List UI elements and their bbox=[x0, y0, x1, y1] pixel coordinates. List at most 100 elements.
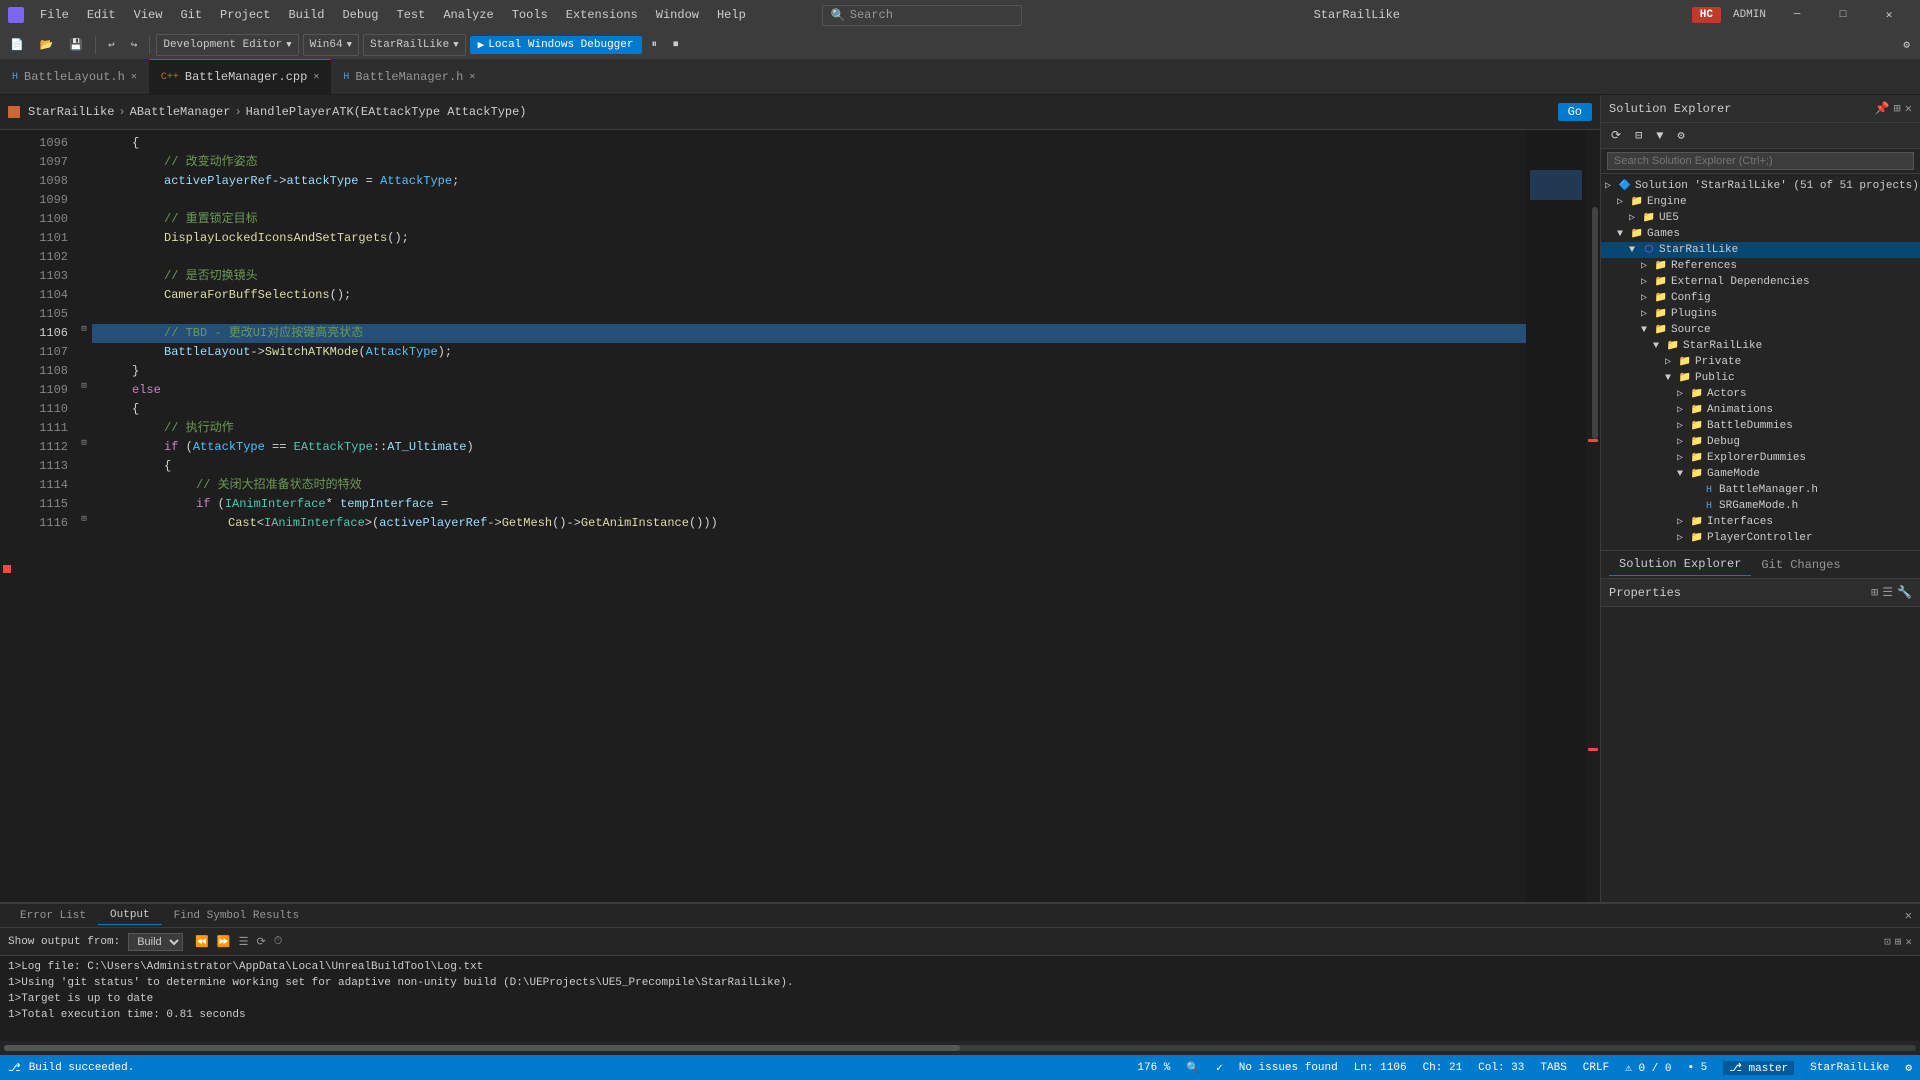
maximize-button[interactable]: □ bbox=[1820, 0, 1866, 30]
tree-engine[interactable]: ▷ 📁 Engine bbox=[1601, 194, 1920, 210]
scroll-thumb[interactable] bbox=[1592, 207, 1598, 439]
se-search-input[interactable] bbox=[1607, 152, 1914, 170]
toolbar-undo[interactable]: ↩ bbox=[102, 36, 121, 54]
toolbar-redo[interactable]: ↪ bbox=[125, 36, 144, 54]
output-btn-5[interactable]: ⏱ bbox=[274, 936, 283, 948]
code-line: { bbox=[92, 400, 1526, 419]
btab-find[interactable]: Find Symbol Results bbox=[162, 907, 311, 925]
output-source-select[interactable]: Build bbox=[128, 933, 183, 951]
code-content[interactable]: { // 改变动作姿态 activePlayerRef->attackType … bbox=[92, 130, 1526, 902]
menu-extensions[interactable]: Extensions bbox=[558, 6, 646, 24]
se-collapse-btn[interactable]: ⊟ bbox=[1629, 126, 1648, 145]
tree-explorerdummies[interactable]: ▷ 📁 ExplorerDummies bbox=[1601, 450, 1920, 466]
menu-help[interactable]: Help bbox=[709, 6, 754, 24]
tab-battlemanager-cpp[interactable]: C++ BattleManager.cpp ✕ bbox=[149, 59, 331, 94]
menu-view[interactable]: View bbox=[126, 6, 171, 24]
output-close-btn[interactable]: ✕ bbox=[1905, 908, 1912, 923]
toolbar-misc-1[interactable]: ⚙ bbox=[1897, 36, 1916, 54]
status-tabs: TABS bbox=[1540, 1062, 1566, 1074]
editor-scrollbar[interactable] bbox=[1586, 130, 1600, 902]
menu-test[interactable]: Test bbox=[389, 6, 434, 24]
output-btn-2[interactable]: ⏩ bbox=[217, 935, 231, 949]
menu-tools[interactable]: Tools bbox=[504, 6, 556, 24]
toolbar-new[interactable]: 📄 bbox=[4, 36, 30, 54]
props-btn-3[interactable]: 🔧 bbox=[1897, 585, 1912, 600]
user-badge: HC bbox=[1692, 7, 1721, 23]
menu-edit[interactable]: Edit bbox=[79, 6, 124, 24]
output-expand-btn[interactable]: ⊞ bbox=[1895, 935, 1902, 949]
tree-public[interactable]: ▼ 📁 Public bbox=[1601, 370, 1920, 386]
menu-bar: File Edit View Git Project Build Debug T… bbox=[32, 6, 754, 24]
output-scrollbar[interactable] bbox=[0, 1041, 1920, 1055]
toolbar-save[interactable]: 💾 bbox=[63, 36, 89, 54]
se-sync-btn[interactable]: ⟳ bbox=[1605, 126, 1627, 145]
btab-errors[interactable]: Error List bbox=[8, 907, 98, 925]
tab-battlemanager-h[interactable]: H BattleManager.h ✕ bbox=[331, 59, 487, 94]
tree-config[interactable]: ▷ 📁 Config bbox=[1601, 290, 1920, 306]
bottom-tabs: Error List Output Find Symbol Results ✕ bbox=[0, 903, 1920, 928]
close-tab-battlemanager-cpp[interactable]: ✕ bbox=[313, 71, 319, 83]
menu-analyze[interactable]: Analyze bbox=[435, 6, 501, 24]
tree-private[interactable]: ▷ 📁 Private bbox=[1601, 354, 1920, 370]
tree-starraillike-project[interactable]: ▼ ⬡ StarRailLike bbox=[1601, 242, 1920, 258]
tree-starraillike-folder[interactable]: ▼ 📁 StarRailLike bbox=[1601, 338, 1920, 354]
solution-explorer-tab[interactable]: Solution Explorer bbox=[1609, 553, 1751, 576]
tree-source[interactable]: ▼ 📁 Source bbox=[1601, 322, 1920, 338]
tree-plugins[interactable]: ▷ 📁 Plugins bbox=[1601, 306, 1920, 322]
platform-dropdown[interactable]: Win64 ▼ bbox=[303, 34, 359, 56]
tree-animations[interactable]: ▷ 📁 Animations bbox=[1601, 402, 1920, 418]
btab-output[interactable]: Output bbox=[98, 906, 162, 925]
output-content: 1>Log file: C:\Users\Administrator\AppDa… bbox=[0, 956, 1920, 1041]
config-dropdown[interactable]: Development Editor ▼ bbox=[156, 34, 298, 56]
props-btn-2[interactable]: ☰ bbox=[1882, 585, 1893, 600]
menu-window[interactable]: Window bbox=[648, 6, 707, 24]
title-search-label[interactable]: Search bbox=[850, 8, 893, 22]
tree-debug[interactable]: ▷ 📁 Debug bbox=[1601, 434, 1920, 450]
git-changes-tab[interactable]: Git Changes bbox=[1751, 554, 1850, 576]
tree-references[interactable]: ▷ 📁 References bbox=[1601, 258, 1920, 274]
tree-battledummies[interactable]: ▷ 📁 BattleDummies bbox=[1601, 418, 1920, 434]
tree-srgamemode-h[interactable]: H SRGameMode.h bbox=[1601, 498, 1920, 514]
output-btn-3[interactable]: ☰ bbox=[239, 935, 249, 949]
run-button[interactable]: ▶ Local Windows Debugger bbox=[470, 36, 642, 54]
props-btn-1[interactable]: ⊞ bbox=[1871, 585, 1878, 600]
tree-games[interactable]: ▼ 📁 Games bbox=[1601, 226, 1920, 242]
close-button[interactable]: ✕ bbox=[1866, 0, 1912, 30]
output-dock-btn[interactable]: ⊡ bbox=[1884, 935, 1891, 949]
props-header: Properties ⊞ ☰ 🔧 bbox=[1601, 579, 1920, 607]
close-tab-battlemanager-h[interactable]: ✕ bbox=[469, 71, 475, 83]
tree-interfaces[interactable]: ▷ 📁 Interfaces bbox=[1601, 514, 1920, 530]
tree-actors[interactable]: ▷ 📁 Actors bbox=[1601, 386, 1920, 402]
menu-git[interactable]: Git bbox=[172, 6, 210, 24]
go-button[interactable]: Go bbox=[1558, 103, 1592, 121]
tree-ext-deps[interactable]: ▷ 📁 External Dependencies bbox=[1601, 274, 1920, 290]
editor[interactable]: StarRailLike › ABattleManager › HandlePl… bbox=[0, 95, 1600, 902]
toolbar-open[interactable]: 📂 bbox=[34, 36, 60, 54]
output-btn-4[interactable]: ⟳ bbox=[257, 935, 266, 949]
tree-playercontroller[interactable]: ▷ 📁 PlayerController bbox=[1601, 530, 1920, 546]
tree-ue5[interactable]: ▷ 📁 UE5 bbox=[1601, 210, 1920, 226]
tab-battlelayout[interactable]: H BattleLayout.h ✕ bbox=[0, 59, 149, 94]
project-dropdown[interactable]: StarRailLike ▼ bbox=[363, 34, 466, 56]
solution-item[interactable]: ▷ 🔷 Solution 'StarRailLike' (51 of 51 pr… bbox=[1601, 178, 1920, 194]
close-tab-battlelayout[interactable]: ✕ bbox=[131, 71, 137, 83]
menu-project[interactable]: Project bbox=[212, 6, 278, 24]
menu-build[interactable]: Build bbox=[280, 6, 332, 24]
se-settings-btn[interactable]: ⚙ bbox=[1672, 126, 1691, 145]
output-close-btn-2[interactable]: ✕ bbox=[1905, 935, 1912, 949]
output-btn-1[interactable]: ⏪ bbox=[195, 935, 209, 949]
toolbar-pause[interactable]: ⏸ bbox=[646, 37, 664, 53]
tree-battlemanager-h[interactable]: H BattleManager.h bbox=[1601, 482, 1920, 498]
code-area[interactable]: 1096 1097 1098 1099 1100 1101 1102 1103 … bbox=[0, 130, 1600, 902]
menu-file[interactable]: File bbox=[32, 6, 77, 24]
toolbar-sep-2 bbox=[149, 36, 150, 54]
se-expand-icon[interactable]: ⊞ bbox=[1894, 101, 1901, 116]
se-pin-icon[interactable]: 📌 bbox=[1875, 101, 1890, 116]
tree-gamemode[interactable]: ▼ 📁 GameMode bbox=[1601, 466, 1920, 482]
se-filter-btn[interactable]: ▼ bbox=[1650, 127, 1669, 145]
code-line: // 是否切换镜头 bbox=[92, 267, 1526, 286]
se-close-icon[interactable]: ✕ bbox=[1905, 101, 1912, 116]
minimize-button[interactable]: ─ bbox=[1774, 0, 1820, 30]
menu-debug[interactable]: Debug bbox=[334, 6, 386, 24]
toolbar-stop[interactable]: ⏹ bbox=[667, 37, 685, 53]
